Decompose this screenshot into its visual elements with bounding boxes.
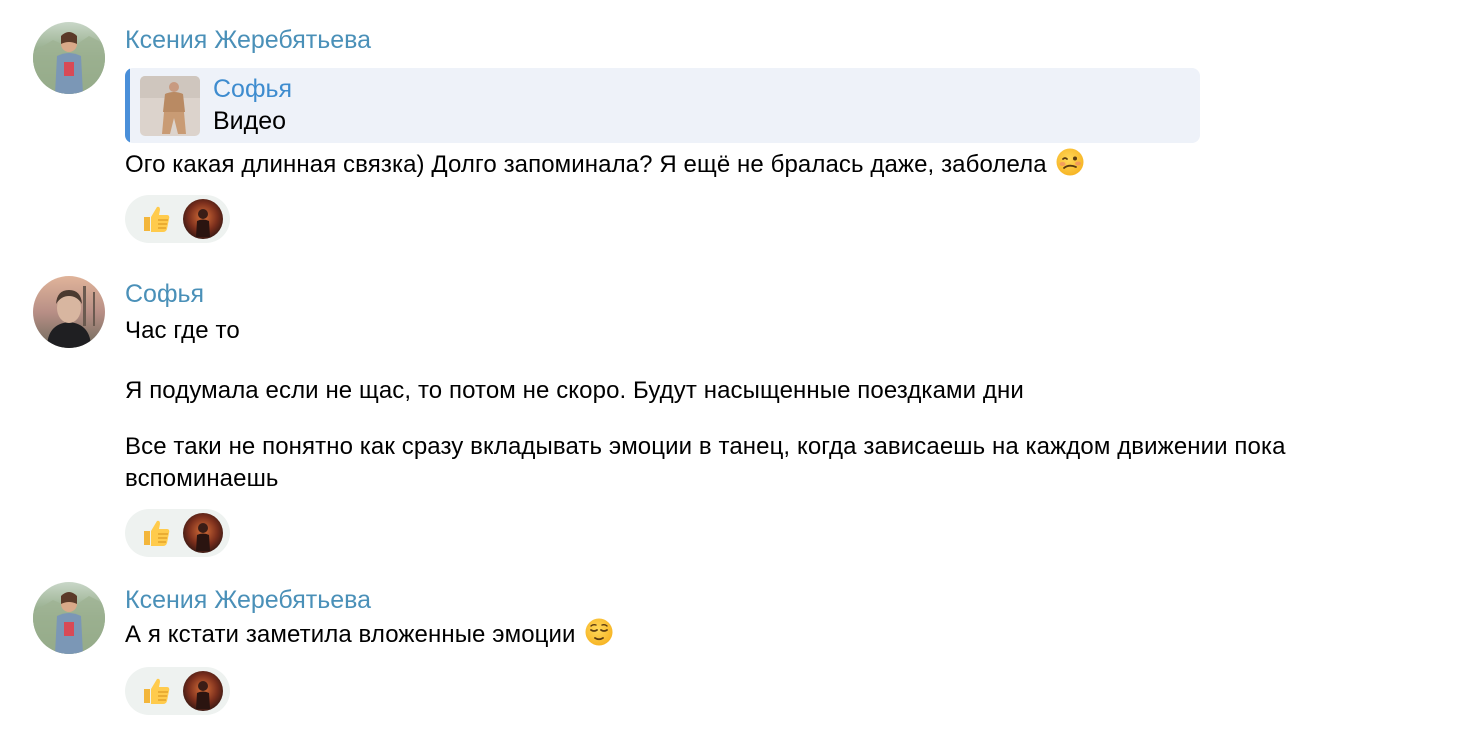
reactor-avatar [183,199,223,239]
reply-preview[interactable]: Софья Видео [125,68,1200,143]
avatar-photo-kseniya [33,582,105,654]
message-text: Ого какая длинная связка) Долго запомина… [125,147,1400,181]
message-paragraph: А я кстати заметила вложенные эмоции [125,617,1400,651]
message-paragraph: Я подумала если не щас, то потом не скор… [125,377,1024,404]
reactor-avatar [183,671,223,711]
avatar[interactable] [33,22,105,94]
message-paragraph: Все таки не понятно как сразу вкладывать… [125,433,1286,492]
reply-text: Видео [213,107,287,135]
reaction-badge[interactable] [125,509,230,557]
avatar-photo-sofya [33,276,105,348]
video-thumbnail [140,76,200,136]
thumbs-up-emoji [139,674,173,708]
reaction-badge[interactable] [125,667,230,715]
woozy-face-emoji [1055,147,1085,177]
reaction-badge[interactable] [125,195,230,243]
avatar[interactable] [33,582,105,654]
relieved-face-emoji [584,617,614,647]
message-author[interactable]: Ксения Жеребятьева [125,585,1400,615]
message-text: А я кстати заметила вложенные эмоции [125,617,1400,651]
message-author[interactable]: Софья [125,279,1400,309]
reactor-avatar [183,513,223,553]
thumbs-up-emoji [139,516,173,550]
message-paragraph: Час где то [125,317,240,344]
reply-bar [125,68,130,143]
message-text: Час где то Я подумала если не щас, то по… [125,315,1400,495]
message-paragraph: Ого какая длинная связка) Долго запомина… [125,147,1400,181]
reply-author: Софья [213,75,293,103]
message-author[interactable]: Ксения Жеребятьева [125,25,1400,55]
thumbs-up-emoji [139,202,173,236]
avatar[interactable] [33,276,105,348]
avatar-photo-kseniya [33,22,105,94]
chat-history: Ксения Жеребятьева Софья Видео Ого какая [0,0,1470,744]
